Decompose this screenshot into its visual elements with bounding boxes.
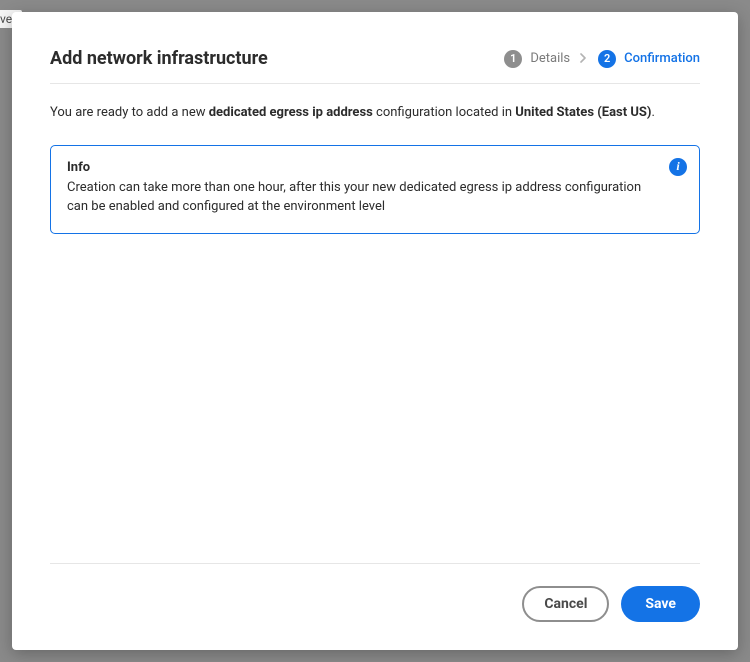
step-confirmation[interactable]: 2 Confirmation [598, 50, 700, 68]
intro-text: You are ready to add a new dedicated egr… [50, 104, 700, 123]
info-icon: i [669, 158, 687, 176]
wizard-steps: 1 Details 2 Confirmation [504, 50, 700, 68]
modal-header: Add network infrastructure 1 Details 2 C… [50, 48, 700, 84]
save-button[interactable]: Save [621, 586, 700, 622]
info-title: Info [67, 160, 653, 175]
cancel-button[interactable]: Cancel [522, 586, 609, 622]
info-body: Creation can take more than one hour, af… [67, 179, 653, 217]
intro-middle: configuration located in [373, 105, 515, 120]
modal-dialog: Add network infrastructure 1 Details 2 C… [12, 12, 738, 650]
step-label: Details [530, 51, 570, 66]
intro-region: United States (East US) [515, 105, 651, 120]
step-number-badge: 1 [504, 50, 522, 68]
modal-title: Add network infrastructure [50, 48, 268, 69]
chevron-right-icon [580, 52, 588, 66]
intro-config-type: dedicated egress ip address [209, 105, 373, 120]
intro-suffix: . [652, 105, 655, 120]
step-number-badge: 2 [598, 50, 616, 68]
step-details[interactable]: 1 Details [504, 50, 570, 68]
modal-body-spacer [50, 234, 700, 563]
intro-prefix: You are ready to add a new [50, 105, 209, 120]
info-box: Info Creation can take more than one hou… [50, 145, 700, 234]
step-label: Confirmation [624, 51, 700, 66]
modal-footer: Cancel Save [50, 563, 700, 622]
